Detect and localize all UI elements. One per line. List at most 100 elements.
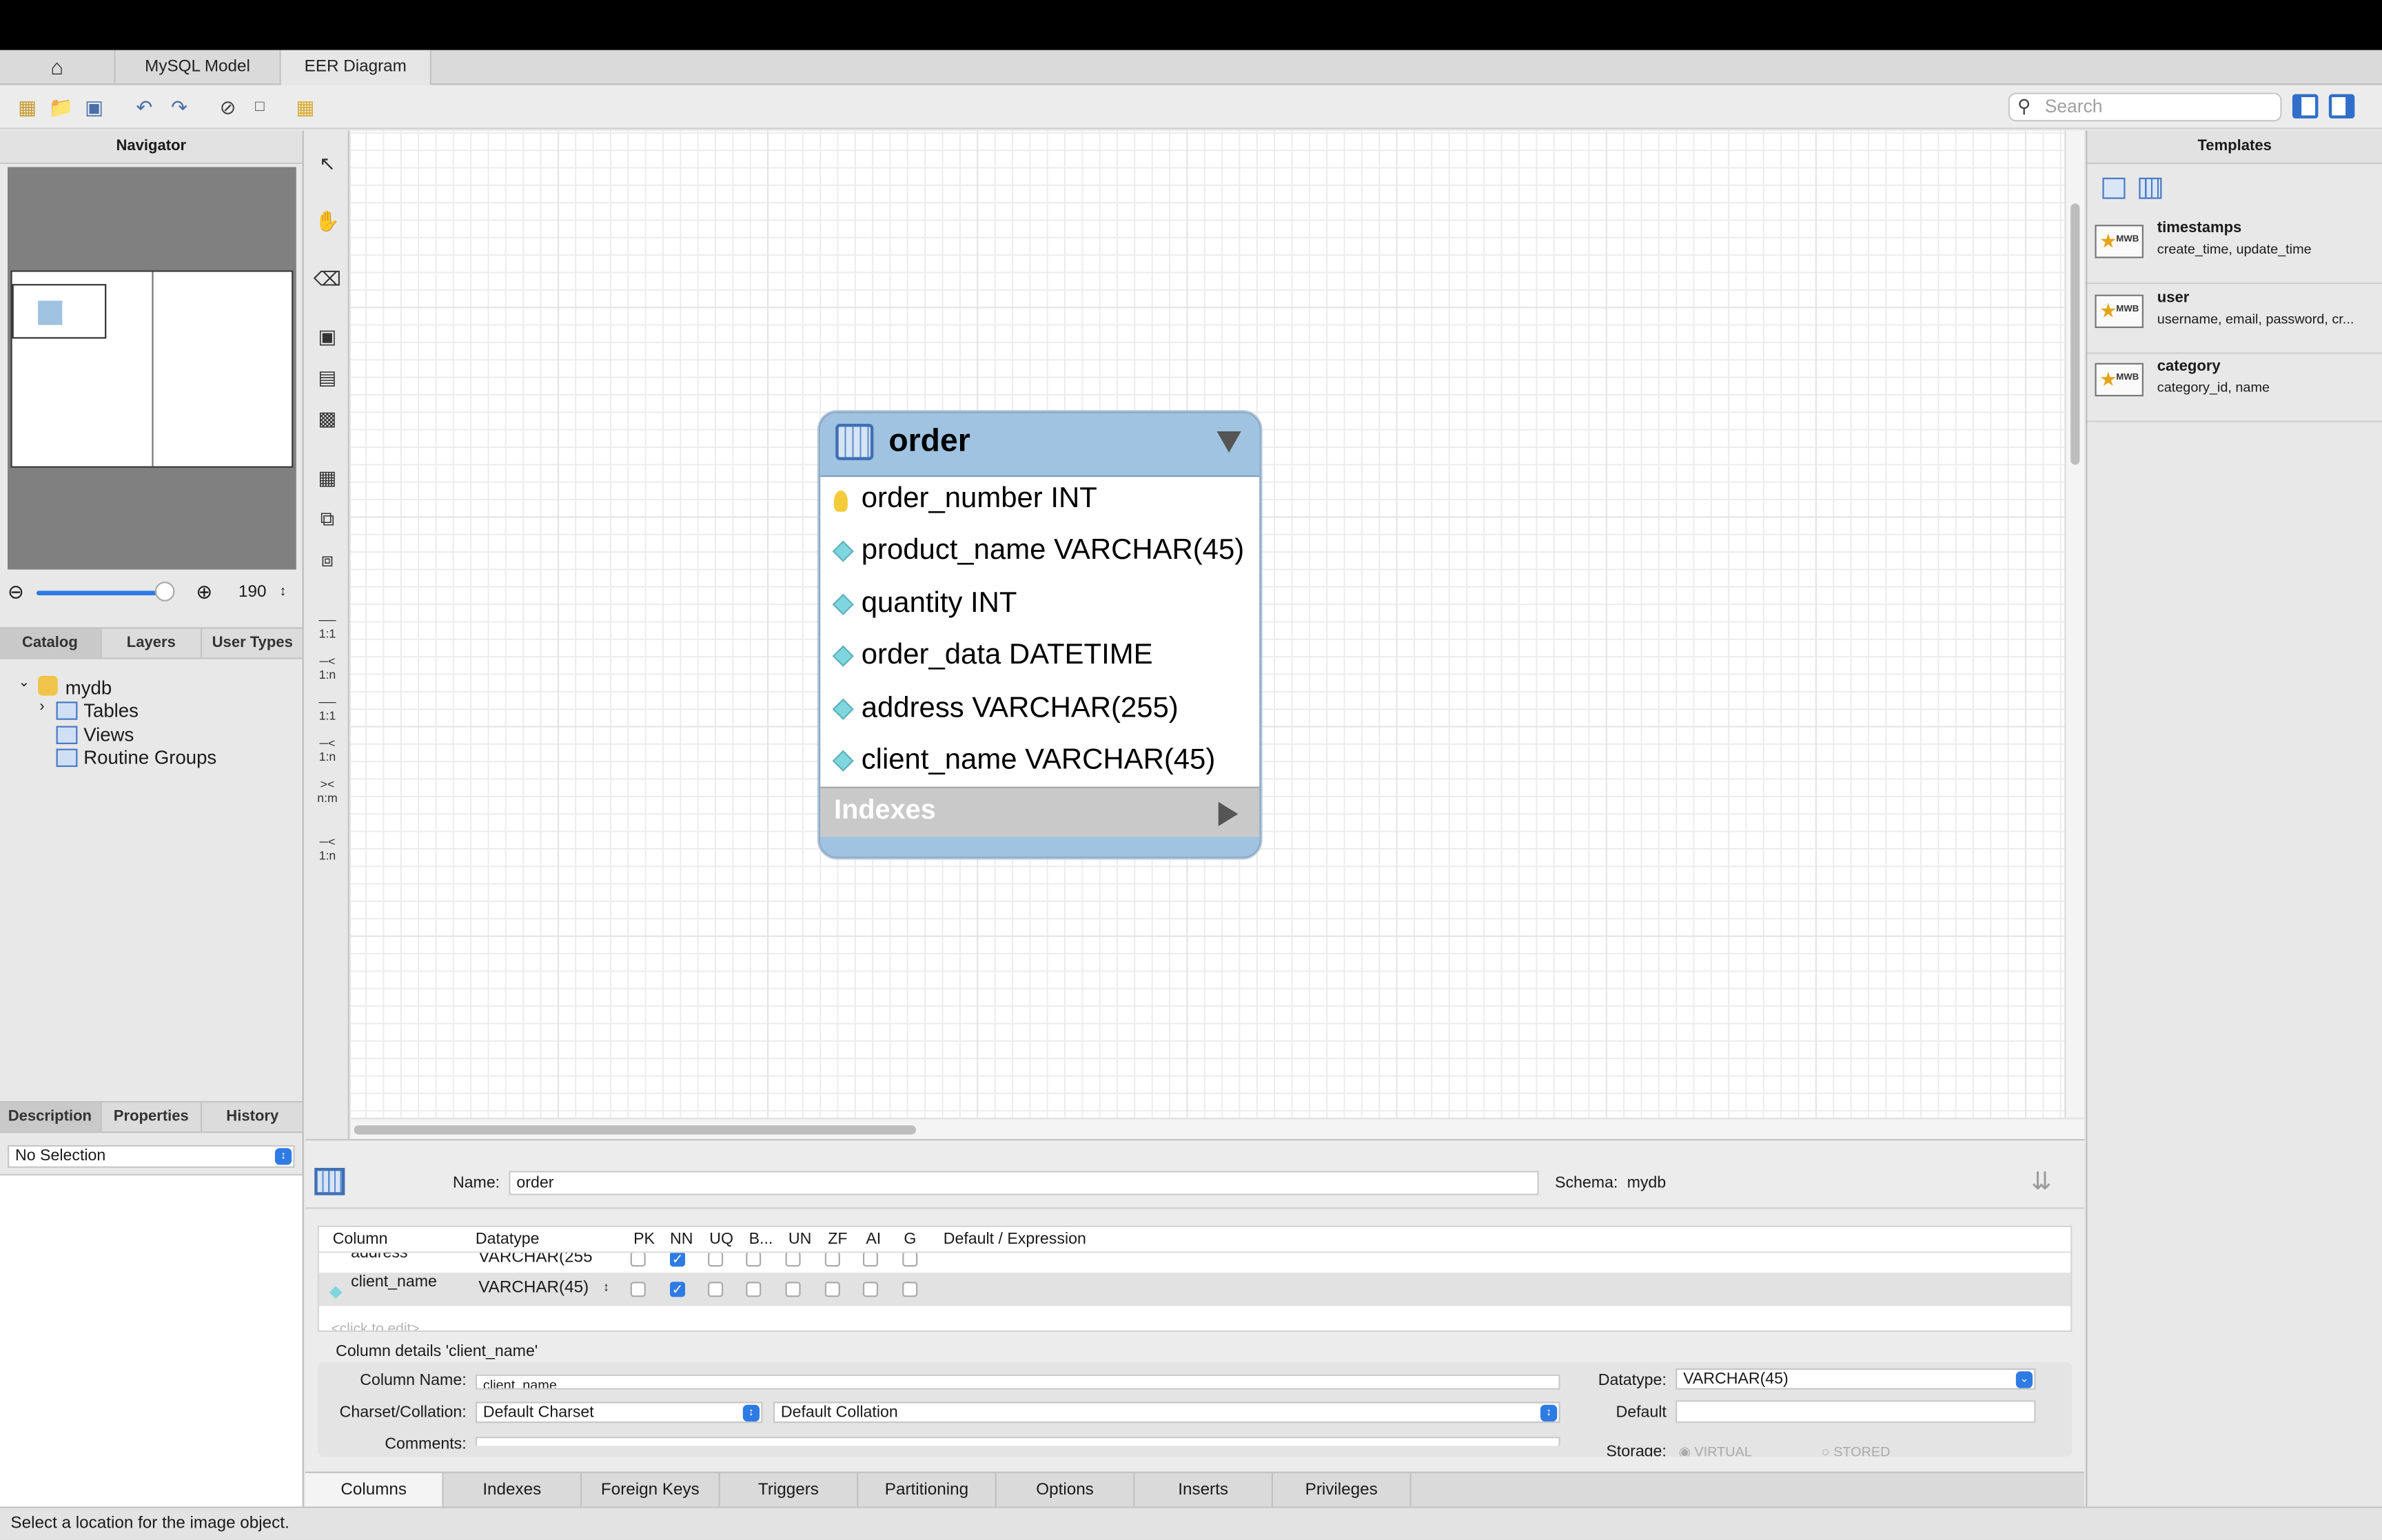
search-input[interactable]: ⚲ Search [2008,92,2282,122]
datatype-stepper-icon[interactable]: ↕ [603,1280,609,1294]
select-pointer-icon[interactable]: ↖ [313,149,342,178]
undo-icon[interactable]: ↶ [132,96,156,119]
tree-item-tables[interactable]: Tables [83,700,139,721]
header-ai[interactable]: AI [866,1230,881,1248]
zoom-stepper-icon[interactable]: ↕ [280,583,287,598]
relation-n-m-tool[interactable]: >< n:m [313,777,342,806]
tree-item-views[interactable]: Views [83,724,134,746]
relation-1-n-id-tool[interactable]: ─< 1:n [313,737,342,766]
tab-description[interactable]: Description [0,1102,101,1132]
uq-checkbox[interactable] [708,1282,724,1297]
entity-column[interactable]: address VARCHAR(255) [820,685,1259,737]
entity-column[interactable]: quantity INT [820,580,1259,632]
g-checkbox[interactable] [902,1282,918,1297]
vertical-scroll-thumb[interactable] [2070,203,2080,465]
tab-user-types[interactable]: User Types [203,628,304,658]
tab-history[interactable]: History [203,1102,304,1132]
ai-checkbox[interactable] [862,1282,878,1297]
note-icon[interactable]: ▤ [313,363,342,392]
align-grid-icon[interactable]: □ [247,96,272,119]
header-nn[interactable]: NN [670,1230,693,1248]
entity-column[interactable]: product_name VARCHAR(45) [820,527,1259,579]
toggle-right-sidebar-button[interactable] [2328,94,2355,119]
entity-indexes-section[interactable]: Indexes [820,786,1260,837]
zoom-out-icon[interactable]: ⊖ [8,580,24,604]
routine-group-icon[interactable]: ⧈ [313,545,342,574]
tab-properties[interactable]: Properties [101,1102,203,1132]
template-item[interactable]: ★ MWB user username, email, password, cr.… [2087,285,2382,354]
hand-icon[interactable]: ✋ [313,207,342,236]
entity-column[interactable]: order_number INT [820,475,1259,527]
table-entity-order[interactable]: order order_number INT product_name VARC… [819,411,1261,859]
eraser-icon[interactable]: ⌫ [313,265,342,294]
selection-dropdown[interactable]: No Selection ↕ [8,1144,295,1168]
vertical-scrollbar[interactable] [2064,130,2085,1118]
zoom-slider-knob[interactable] [154,582,175,602]
navigator-minimap[interactable] [8,167,296,570]
tab-triggers[interactable]: Triggers [720,1472,859,1508]
header-uq[interactable]: UQ [709,1230,733,1248]
new-template-icon[interactable] [2102,177,2126,199]
chevron-right-icon[interactable]: › [39,699,44,715]
new-diagram-icon[interactable]: ▦ [293,96,317,119]
header-pk[interactable]: PK [633,1230,655,1248]
save-icon[interactable]: ▣ [82,96,106,119]
relation-existing-columns-tool[interactable]: ─< 1:n [313,835,342,864]
image-icon[interactable]: ▩ [313,404,342,433]
tab-partitioning[interactable]: Partitioning [858,1472,997,1508]
new-document-icon[interactable]: ▦ [15,96,39,119]
virtual-radio[interactable]: ◉ VIRTUAL [1679,1444,1752,1457]
collapse-toggle-icon[interactable] [1217,431,1241,453]
template-item[interactable]: ★ MWB timestamps create_time, update_time [2087,216,2382,285]
layer-icon[interactable]: ▣ [313,322,342,351]
open-folder-icon[interactable]: 📁 [49,96,74,119]
datatype-dropdown[interactable]: VARCHAR(45) ⌄ [1676,1368,2036,1390]
column-name-input[interactable]: client_name [475,1374,1560,1390]
view-icon[interactable]: ⧉ [313,504,342,533]
toggle-left-sidebar-button[interactable] [2292,94,2319,119]
table-row[interactable]: client_name VARCHAR(45) ↕ ✓ [318,1273,2071,1306]
new-column-row[interactable]: <click to edit> [319,1309,2070,1331]
header-zf[interactable]: ZF [828,1230,847,1248]
expand-triangle-icon[interactable] [1218,801,1239,827]
zf-checkbox[interactable] [824,1282,840,1297]
zoom-value[interactable]: 190 [238,583,266,601]
pk-checkbox[interactable] [630,1282,646,1297]
collapse-editor-icon[interactable]: ⇊ [2031,1167,2052,1197]
un-checkbox[interactable] [785,1282,801,1297]
home-tab[interactable]: ⌂ [0,50,116,85]
charset-dropdown[interactable]: Default Charset ↕ [475,1402,763,1424]
header-datatype[interactable]: Datatype [476,1230,540,1248]
zoom-in-icon[interactable]: ⊕ [196,580,212,604]
toggle-grid-icon[interactable]: ⊘ [216,96,240,119]
horizontal-scroll-thumb[interactable] [354,1125,917,1135]
tab-privileges[interactable]: Privileges [1273,1472,1412,1508]
tab-indexes[interactable]: Indexes [444,1472,582,1508]
relation-1-1-id-tool[interactable]: ── 1:1 [313,695,342,724]
entity-column[interactable]: order_data DATETIME [820,632,1259,684]
header-g[interactable]: G [904,1230,916,1248]
table-name-input[interactable]: order [509,1171,1539,1195]
template-item[interactable]: ★ MWB category category_id, name [2087,354,2382,422]
tab-mysql-model[interactable]: MySQL Model [116,50,281,85]
chevron-down-icon[interactable]: ⌄ [18,675,30,691]
tab-columns[interactable]: Columns [305,1472,444,1508]
entity-header[interactable]: order [820,413,1260,478]
binary-checkbox[interactable] [746,1282,762,1297]
header-column[interactable]: Column [333,1230,388,1248]
header-binary[interactable]: B... [749,1230,773,1248]
tab-inserts[interactable]: Inserts [1134,1472,1274,1508]
stored-radio[interactable]: ○ STORED [1822,1444,1891,1457]
relation-1-n-tool[interactable]: ─< 1:n [313,655,342,684]
nn-checkbox[interactable]: ✓ [670,1282,686,1297]
tab-eer-diagram[interactable]: EER Diagram [281,50,431,85]
tab-catalog[interactable]: Catalog [0,628,101,658]
zoom-slider[interactable] [36,591,170,596]
tab-options[interactable]: Options [997,1472,1135,1508]
table-row[interactable]: address VARCHAR(255 ✓ [319,1253,2070,1271]
minimap-viewport[interactable] [12,284,107,339]
comments-input[interactable] [475,1437,1560,1446]
header-default-expression[interactable]: Default / Expression [944,1230,1086,1248]
tab-layers[interactable]: Layers [101,628,203,658]
description-area[interactable] [0,1173,303,1507]
